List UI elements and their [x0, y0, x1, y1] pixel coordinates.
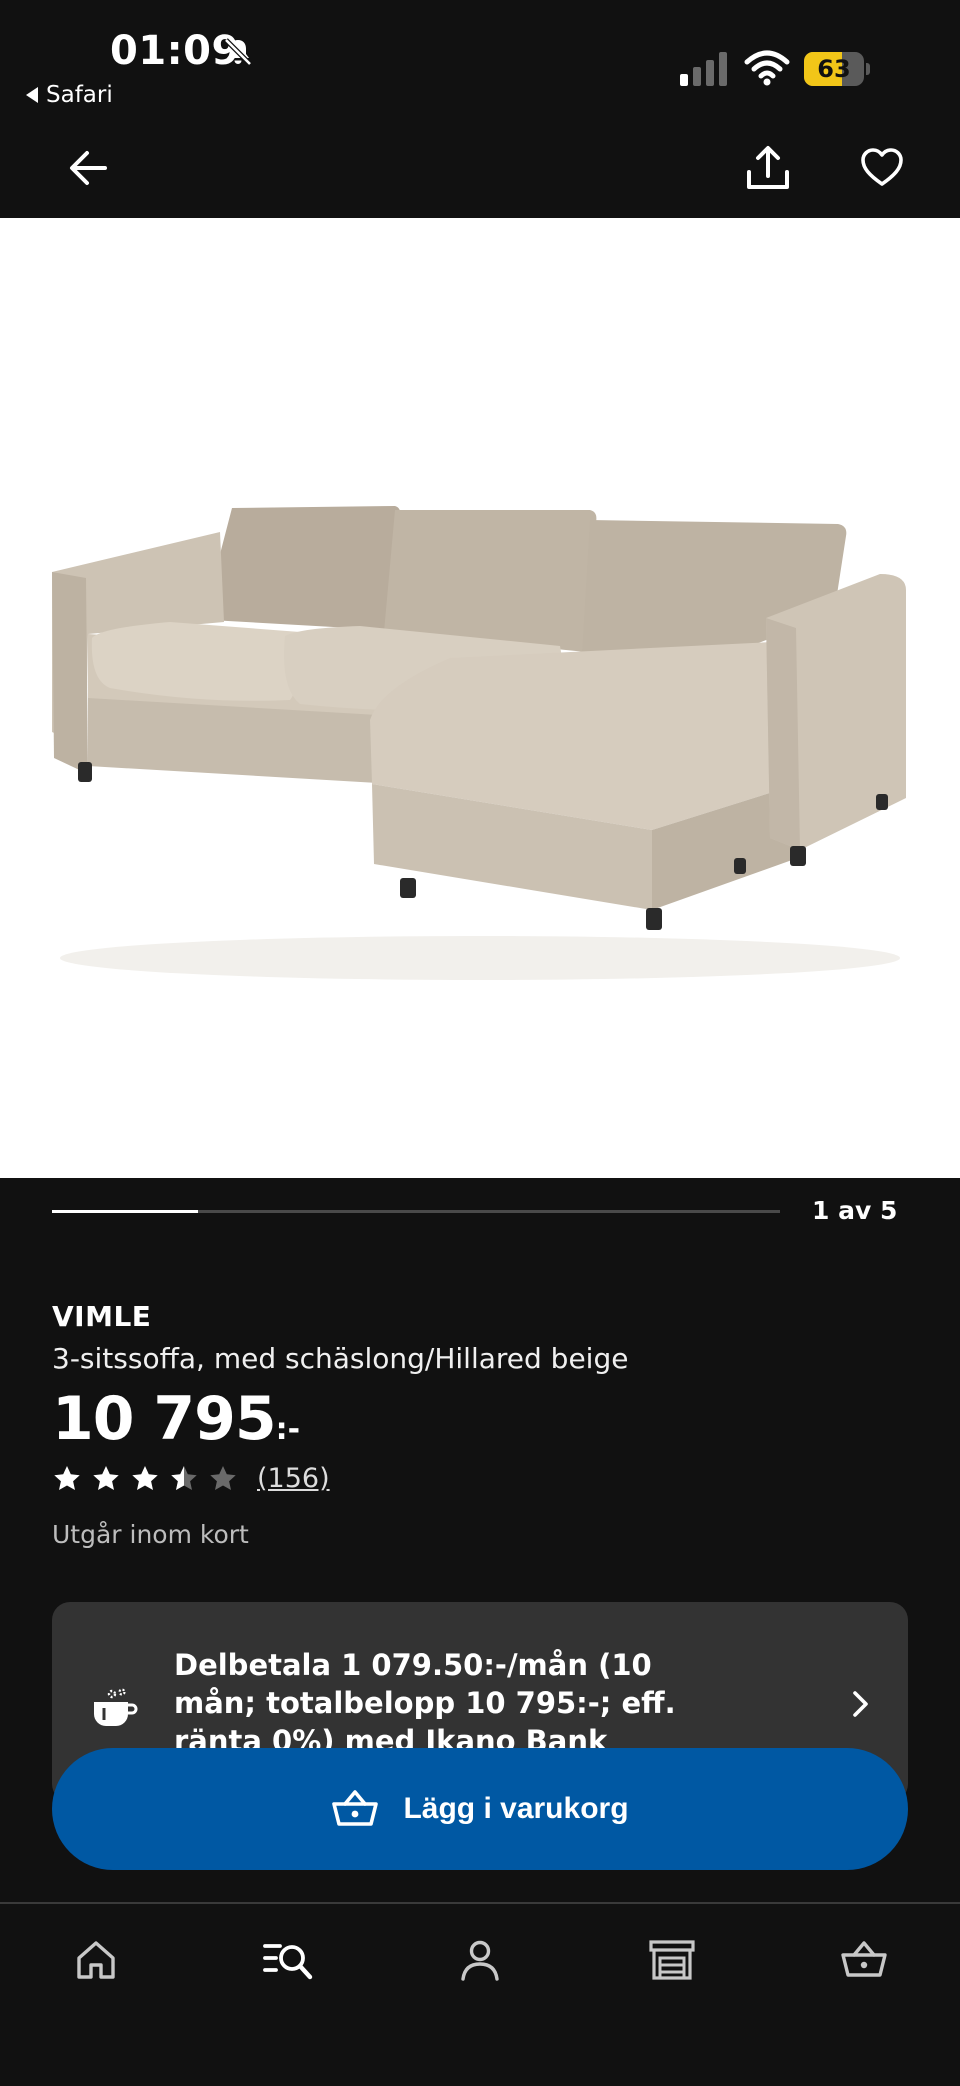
star-full-icon — [132, 1465, 158, 1490]
wifi-icon — [744, 50, 790, 86]
share-button[interactable] — [740, 140, 796, 196]
status-bar: 01:09 Safari 63 — [0, 0, 960, 120]
arrow-left-icon — [70, 151, 107, 185]
back-triangle-icon — [26, 87, 38, 103]
chevron-right-icon — [853, 1691, 868, 1717]
nav-profile[interactable] — [448, 1932, 512, 1988]
star-empty-icon — [210, 1465, 236, 1490]
add-to-cart-label: Lägg i varukorg — [403, 1792, 629, 1825]
signal-icon — [680, 52, 727, 86]
star-full-icon — [54, 1465, 80, 1490]
price-amount: 10 795 — [52, 1384, 277, 1454]
product-price: 10 795 :- — [52, 1384, 300, 1454]
price-suffix: :- — [275, 1412, 301, 1447]
availability-note: Utgår inom kort — [52, 1520, 249, 1549]
profile-icon — [461, 1940, 499, 1981]
gallery-progress-fill — [52, 1210, 198, 1213]
heart-icon — [861, 148, 903, 186]
battery-body: 63 — [804, 52, 864, 86]
basket-icon — [841, 1941, 887, 1977]
gallery-pager: 1 av 5 — [812, 1196, 898, 1225]
gallery-progress — [52, 1210, 780, 1213]
clock: 01:09 — [110, 28, 240, 74]
nav-home[interactable] — [64, 1932, 128, 1988]
nav-basket[interactable] — [832, 1932, 896, 1988]
shopping-basket-icon — [332, 1790, 379, 1826]
share-icon — [747, 146, 789, 189]
battery-icon: 63 — [804, 52, 870, 86]
add-to-cart-button[interactable]: Lägg i varukorg — [52, 1748, 908, 1870]
bell-slash-icon — [224, 38, 252, 66]
home-icon — [77, 1941, 115, 1979]
product-brand: VIMLE — [52, 1300, 152, 1333]
star-half-icon — [171, 1465, 197, 1490]
product-rating[interactable]: (156) — [52, 1463, 330, 1494]
back-button[interactable] — [60, 140, 116, 196]
product-description: 3-sitssoffa, med schäslong/Hillared beig… — [52, 1342, 629, 1375]
battery-percent: 63 — [817, 55, 851, 83]
search-list-icon — [263, 1944, 313, 1980]
nav-search[interactable] — [256, 1932, 320, 1988]
review-count-link[interactable]: (156) — [257, 1463, 330, 1494]
star-full-icon — [93, 1465, 119, 1490]
finance-text: Delbetala 1 079.50:-/mån (10 mån; totalb… — [174, 1648, 676, 1758]
back-to-safari[interactable]: Safari — [26, 82, 113, 108]
piggy-bank-icon — [94, 1688, 138, 1726]
sofa-image — [52, 506, 906, 980]
store-icon — [649, 1940, 695, 1980]
battery-tip — [866, 63, 870, 75]
product-image[interactable] — [0, 218, 960, 1178]
nav-store[interactable] — [640, 1932, 704, 1988]
back-app-label: Safari — [46, 82, 113, 108]
bottom-nav — [0, 1902, 960, 2086]
favorite-button[interactable] — [854, 140, 910, 196]
product-header — [0, 120, 960, 218]
